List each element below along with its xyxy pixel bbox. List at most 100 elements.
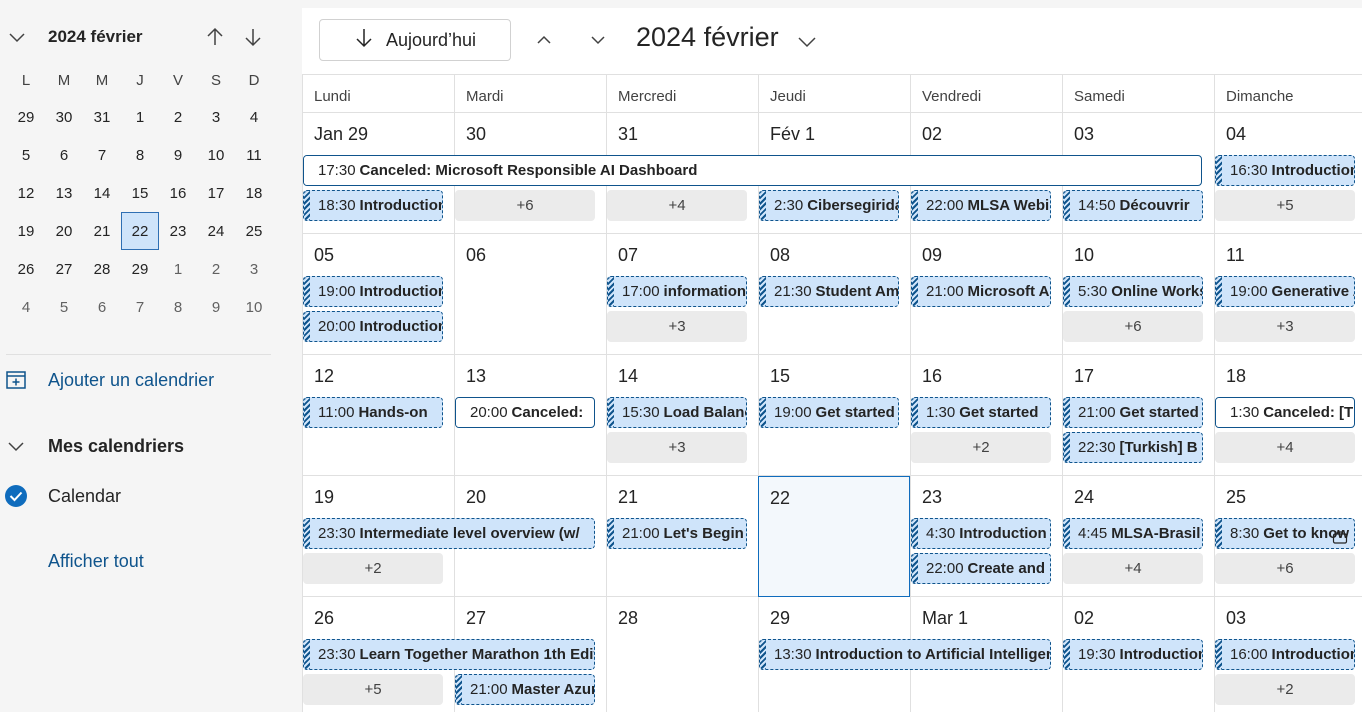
event-item[interactable]: 4:45 MLSA-Brasil bbox=[1063, 518, 1203, 549]
day-cell[interactable]: 28 bbox=[606, 597, 758, 712]
event-item[interactable]: 23:30 Learn Together Marathon 1th Edition bbox=[303, 639, 595, 670]
event-item[interactable]: 17:30 Canceled: Microsoft Responsible AI … bbox=[303, 155, 1202, 186]
more-events-button[interactable]: +6 bbox=[1063, 311, 1203, 342]
event-item[interactable]: 20:00 Introduction bbox=[303, 311, 443, 342]
more-events-button[interactable]: +4 bbox=[607, 190, 747, 221]
mini-day[interactable]: 5 bbox=[45, 288, 83, 326]
event-item[interactable]: 21:30Student Ambassadors bbox=[759, 276, 899, 307]
month-title[interactable]: 2024 février bbox=[636, 22, 779, 53]
event-item[interactable]: 21:00Master Azure bbox=[455, 674, 595, 705]
event-item[interactable]: 14:50 Découvrir bbox=[1063, 190, 1203, 221]
event-item[interactable]: 22:30 [Turkish] B bbox=[1063, 432, 1203, 463]
mini-day[interactable]: 7 bbox=[83, 136, 121, 174]
event-item[interactable]: 1:30 Canceled: [T bbox=[1215, 397, 1355, 428]
event-item[interactable]: 18:30Introduction to Azure bbox=[303, 190, 443, 221]
mini-day[interactable]: 31 bbox=[83, 98, 121, 136]
event-item[interactable]: 23:30 Intermediate level overview (w/ bbox=[303, 518, 595, 549]
add-calendar-link[interactable]: Ajouter un calendrier bbox=[48, 370, 214, 391]
mini-day[interactable]: 21 bbox=[83, 212, 121, 250]
more-events-button[interactable]: +5 bbox=[1215, 190, 1355, 221]
day-cell-today[interactable]: 22 bbox=[758, 476, 910, 597]
mini-day[interactable]: 11 bbox=[235, 136, 273, 174]
show-all-link[interactable]: Afficher tout bbox=[48, 551, 144, 572]
next-month-button[interactable] bbox=[586, 28, 610, 52]
event-item[interactable]: 19:00Generative AI bbox=[1215, 276, 1355, 307]
my-calendars-row[interactable]: Mes calendriers bbox=[0, 431, 300, 461]
mini-calendar-title[interactable]: 2024 février bbox=[48, 27, 143, 47]
calendar-item[interactable]: Calendar bbox=[0, 481, 300, 511]
event-item[interactable]: 22:00 Create and bbox=[911, 553, 1051, 584]
more-events-button[interactable]: +3 bbox=[607, 432, 747, 463]
mini-day[interactable]: 6 bbox=[83, 288, 121, 326]
mini-day[interactable]: 9 bbox=[197, 288, 235, 326]
event-item[interactable]: 21:00Microsoft Azure bbox=[911, 276, 1051, 307]
more-events-button[interactable]: +2 bbox=[1215, 674, 1355, 705]
arrow-down-icon[interactable] bbox=[241, 25, 265, 49]
mini-day[interactable]: 5 bbox=[7, 136, 45, 174]
mini-day[interactable]: 15 bbox=[121, 174, 159, 212]
event-item[interactable]: 19:00 Introduction bbox=[303, 276, 443, 307]
mini-day[interactable]: 12 bbox=[7, 174, 45, 212]
mini-day[interactable]: 25 bbox=[235, 212, 273, 250]
event-item[interactable]: 16:30 Introduction bbox=[1215, 155, 1355, 186]
mini-day[interactable]: 19 bbox=[7, 212, 45, 250]
mini-day[interactable]: 1 bbox=[159, 250, 197, 288]
mini-day[interactable]: 24 bbox=[197, 212, 235, 250]
event-item[interactable]: 22:00MLSA Webinar bbox=[911, 190, 1051, 221]
event-item[interactable]: 8:30 Get to know bbox=[1215, 518, 1355, 549]
previous-month-button[interactable] bbox=[532, 28, 556, 52]
event-item[interactable]: 17:00 information bbox=[607, 276, 747, 307]
mini-day[interactable]: 3 bbox=[197, 98, 235, 136]
more-events-button[interactable]: +3 bbox=[1215, 311, 1355, 342]
more-events-button[interactable]: +5 bbox=[303, 674, 443, 705]
mini-day[interactable]: 8 bbox=[121, 136, 159, 174]
more-events-button[interactable]: +2 bbox=[303, 553, 443, 584]
more-events-button[interactable]: +4 bbox=[1215, 432, 1355, 463]
mini-day[interactable]: 17 bbox=[197, 174, 235, 212]
mini-day[interactable]: 3 bbox=[235, 250, 273, 288]
mini-day[interactable]: 4 bbox=[235, 98, 273, 136]
show-all-row[interactable]: Afficher tout bbox=[0, 546, 300, 576]
mini-day[interactable]: 10 bbox=[235, 288, 273, 326]
mini-day[interactable]: 23 bbox=[159, 212, 197, 250]
checkmark-circle-icon[interactable] bbox=[4, 484, 28, 508]
more-events-button[interactable]: +6 bbox=[455, 190, 595, 221]
mini-day[interactable]: 27 bbox=[45, 250, 83, 288]
event-item[interactable]: 5:30Online Workshop bbox=[1063, 276, 1203, 307]
mini-day[interactable]: 20 bbox=[45, 212, 83, 250]
mini-day[interactable]: 2 bbox=[159, 98, 197, 136]
today-button[interactable]: Aujourd’hui bbox=[319, 19, 511, 61]
more-events-button[interactable]: +6 bbox=[1215, 553, 1355, 584]
day-cell[interactable]: 06 bbox=[454, 234, 606, 355]
more-events-button[interactable]: +4 bbox=[1063, 553, 1203, 584]
mini-day[interactable]: 1 bbox=[121, 98, 159, 136]
mini-day[interactable]: 26 bbox=[7, 250, 45, 288]
event-item[interactable]: 21:00 Let's Begin bbox=[607, 518, 747, 549]
arrow-up-icon[interactable] bbox=[203, 25, 227, 49]
mini-day[interactable]: 10 bbox=[197, 136, 235, 174]
chevron-down-icon[interactable] bbox=[795, 29, 819, 53]
event-item[interactable]: 15:30Load Balancer bbox=[607, 397, 747, 428]
event-item[interactable]: 11:00 Hands-on bbox=[303, 397, 443, 428]
event-item[interactable]: 2:30Cibersegiridad bbox=[759, 190, 899, 221]
mini-day[interactable]: 9 bbox=[159, 136, 197, 174]
event-item[interactable]: 20:00 Canceled: bbox=[455, 397, 595, 428]
mini-day[interactable]: 4 bbox=[7, 288, 45, 326]
event-item[interactable]: 16:00 Introduction bbox=[1215, 639, 1355, 670]
mini-day-selected[interactable]: 22 bbox=[121, 212, 159, 250]
mini-day[interactable]: 29 bbox=[121, 250, 159, 288]
event-item[interactable]: 19:30 Introduction bbox=[1063, 639, 1203, 670]
mini-day[interactable]: 14 bbox=[83, 174, 121, 212]
mini-day[interactable]: 2 bbox=[197, 250, 235, 288]
chevron-down-icon[interactable] bbox=[4, 434, 28, 458]
more-events-button[interactable]: +3 bbox=[607, 311, 747, 342]
more-events-button[interactable]: +2 bbox=[911, 432, 1051, 463]
event-item[interactable]: 13:30 Introduction to Artificial Intellig… bbox=[759, 639, 1051, 670]
add-calendar-row[interactable]: Ajouter un calendrier bbox=[0, 365, 300, 395]
event-item[interactable]: 19:00 Get started bbox=[759, 397, 899, 428]
event-item[interactable]: 4:30 Introduction bbox=[911, 518, 1051, 549]
mini-day[interactable]: 8 bbox=[159, 288, 197, 326]
event-item[interactable]: 1:30 Get started bbox=[911, 397, 1051, 428]
mini-day[interactable]: 28 bbox=[83, 250, 121, 288]
mini-day[interactable]: 6 bbox=[45, 136, 83, 174]
